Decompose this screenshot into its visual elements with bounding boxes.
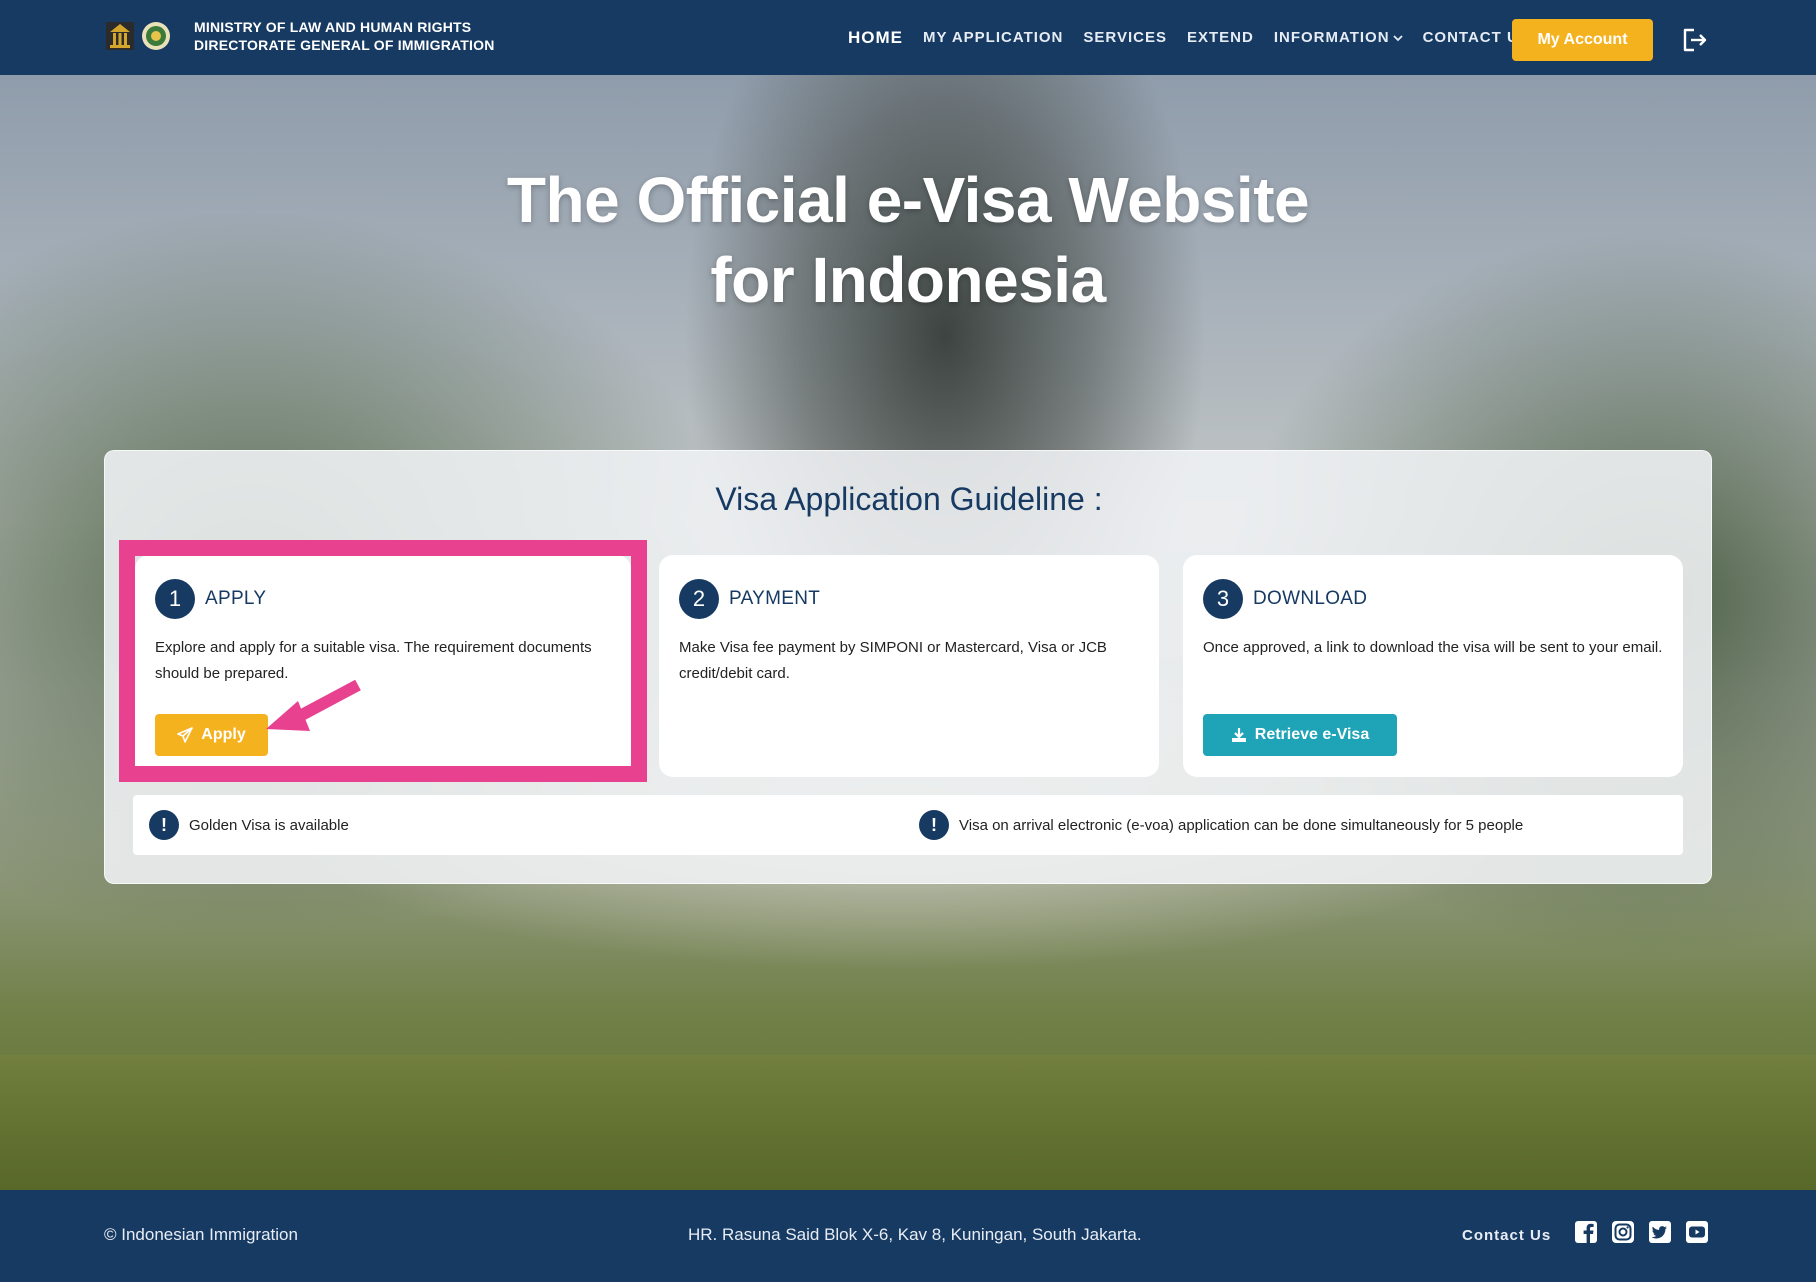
notice-bar: ! Golden Visa is available ! Visa on arr… — [133, 795, 1683, 855]
brand-text: MINISTRY OF LAW AND HUMAN RIGHTS DIRECTO… — [194, 18, 495, 54]
top-navbar: MINISTRY OF LAW AND HUMAN RIGHTS DIRECTO… — [0, 0, 1816, 75]
hero-section: The Official e-Visa Website for Indonesi… — [0, 75, 1816, 1190]
notice-text: Visa on arrival electronic (e-voa) appli… — [959, 816, 1524, 834]
youtube-icon[interactable] — [1685, 1220, 1709, 1244]
site-footer: © Indonesian Immigration HR. Rasuna Said… — [0, 1190, 1816, 1282]
exclamation-icon: ! — [149, 810, 179, 840]
notice-evoa: ! Visa on arrival electronic (e-voa) app… — [919, 810, 1523, 840]
notice-golden-visa: ! Golden Visa is available — [149, 810, 349, 840]
facebook-icon[interactable] — [1574, 1220, 1598, 1244]
apply-highlight-box — [119, 540, 647, 782]
hero-title-line-2: for Indonesia — [710, 244, 1106, 316]
main-nav: HOME MY APPLICATION SERVICES EXTEND INFO… — [848, 0, 1550, 75]
footer-copyright: © Indonesian Immigration — [104, 1225, 298, 1244]
exclamation-icon: ! — [919, 810, 949, 840]
org-line-1: MINISTRY OF LAW AND HUMAN RIGHTS — [194, 19, 472, 35]
hero-grass — [0, 1055, 1816, 1190]
step-title: PAYMENT — [729, 588, 821, 609]
step-header: 3 DOWNLOAD — [1203, 579, 1367, 619]
ministry-logo-icon — [106, 22, 134, 50]
my-account-button[interactable]: My Account — [1512, 19, 1653, 61]
nav-information-label: INFORMATION — [1273, 29, 1390, 46]
hero-title: The Official e-Visa Website for Indonesi… — [0, 160, 1816, 320]
guideline-title: Visa Application Guideline : — [715, 481, 1103, 517]
logout-icon[interactable] — [1680, 26, 1708, 54]
hero-title-line-1: The Official e-Visa Website — [506, 164, 1310, 236]
org-line-2: DIRECTORATE GENERAL OF IMMIGRATION — [194, 37, 495, 53]
nav-extend[interactable]: EXTEND — [1187, 29, 1254, 46]
step-card-download: 3 DOWNLOAD Once approved, a link to down… — [1183, 555, 1683, 777]
step-header: 2 PAYMENT — [679, 579, 820, 619]
brand[interactable]: MINISTRY OF LAW AND HUMAN RIGHTS DIRECTO… — [104, 18, 495, 54]
download-icon — [1231, 728, 1246, 742]
step-number: 3 — [1203, 579, 1243, 619]
pointer-arrow-icon — [266, 679, 361, 731]
step-card-payment: 2 PAYMENT Make Visa fee payment by SIMPO… — [659, 555, 1159, 777]
step-title: DOWNLOAD — [1253, 588, 1368, 609]
retrieve-evisa-button[interactable]: Retrieve e-Visa — [1203, 714, 1397, 756]
nav-my-application[interactable]: MY APPLICATION — [923, 29, 1063, 46]
instagram-icon[interactable] — [1611, 1220, 1635, 1244]
step-description: Make Visa fee payment by SIMPONI or Mast… — [679, 639, 1107, 682]
step-description: Once approved, a link to download the vi… — [1203, 639, 1663, 656]
notice-text: Golden Visa is available — [189, 816, 349, 834]
footer-contact-link[interactable]: Contact Us — [1462, 1227, 1551, 1244]
step-number: 2 — [679, 579, 719, 619]
guideline-panel: Visa Application Guideline : 1 APPLY Exp… — [104, 450, 1712, 884]
footer-address: HR. Rasuna Said Blok X-6, Kav 8, Kuninga… — [688, 1225, 1142, 1244]
immigration-emblem-icon — [142, 22, 170, 50]
nav-services[interactable]: SERVICES — [1083, 29, 1167, 46]
nav-home[interactable]: HOME — [848, 28, 903, 48]
retrieve-evisa-label: Retrieve e-Visa — [1254, 726, 1370, 743]
nav-information[interactable]: INFORMATION — [1274, 29, 1403, 46]
chevron-down-icon — [1392, 34, 1403, 41]
twitter-icon[interactable] — [1648, 1220, 1672, 1244]
